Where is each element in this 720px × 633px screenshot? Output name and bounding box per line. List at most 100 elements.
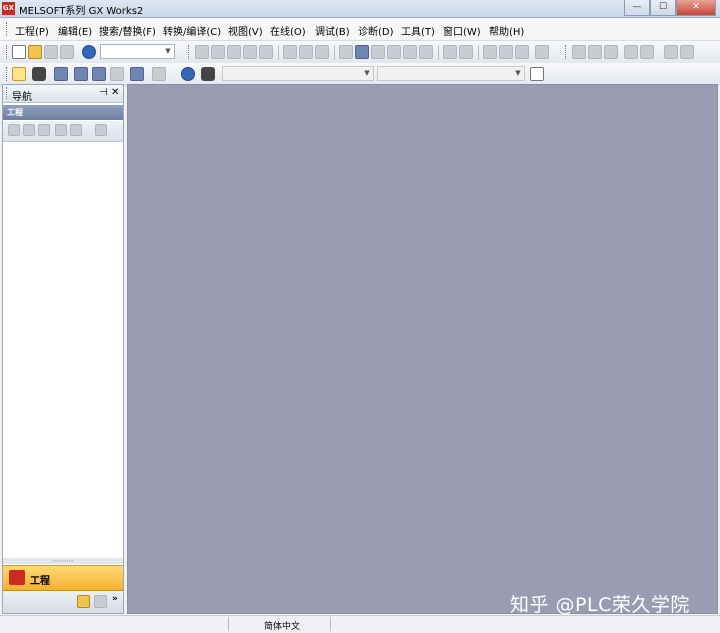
add-item-icon[interactable] (8, 124, 20, 136)
menu-grip[interactable] (6, 22, 10, 36)
menu-convert-compile[interactable]: 转换/编译(C) (163, 23, 221, 38)
navigation-toggle-icon[interactable] (12, 67, 26, 81)
paste-icon[interactable] (227, 45, 241, 59)
menu-window[interactable]: 窗口(W) (443, 23, 481, 38)
project-view-button[interactable]: 工程 (3, 565, 123, 591)
menu-edit[interactable]: 编辑(E) (58, 23, 92, 38)
scope-combo[interactable]: ▼ (377, 66, 525, 81)
status-divider (330, 617, 331, 631)
program-toolbar: ▼ ▼ (0, 63, 720, 86)
new-project-icon[interactable] (12, 45, 26, 59)
workspace-area[interactable] (127, 84, 718, 614)
minimize-button[interactable]: — (624, 0, 650, 16)
open-project-icon[interactable] (28, 45, 42, 59)
chevron-down-icon[interactable]: ▼ (162, 45, 174, 58)
diag-3-icon[interactable] (515, 45, 529, 59)
context-help-icon[interactable] (181, 67, 195, 81)
menu-project[interactable]: 工程(P) (15, 23, 49, 38)
find-icon[interactable] (201, 67, 215, 81)
standard-toolbar: ▼ (0, 41, 720, 64)
refresh-icon[interactable] (70, 124, 82, 136)
status-language: 简体中文 (264, 622, 301, 632)
project-icon (9, 570, 25, 585)
paste-item-icon[interactable] (38, 124, 50, 136)
write-plc-icon[interactable] (339, 45, 353, 59)
watch-icon[interactable] (110, 67, 124, 81)
menu-help[interactable]: 帮助(H) (489, 23, 524, 38)
close-icon[interactable]: ✕ (111, 87, 119, 98)
user-library-icon[interactable] (77, 595, 90, 608)
project-combo[interactable]: ▼ (100, 44, 175, 59)
menu-search-replace[interactable]: 搜索/替换(F) (99, 23, 156, 38)
coil-icon[interactable] (624, 45, 638, 59)
dev-test-icon[interactable] (443, 45, 457, 59)
connection-icon[interactable] (94, 595, 107, 608)
toolbar-grip[interactable] (6, 67, 10, 81)
copy-icon[interactable] (211, 45, 225, 59)
contact-parallel-icon[interactable] (604, 45, 618, 59)
zoom-icon[interactable] (152, 67, 166, 81)
ladder-row-icon[interactable] (315, 45, 329, 59)
properties-icon[interactable] (55, 124, 67, 136)
chevron-down-icon[interactable]: ▼ (361, 67, 373, 80)
device-icon[interactable] (419, 45, 433, 59)
toolbar-separator (334, 45, 335, 60)
toolbar-grip[interactable] (188, 45, 192, 59)
close-button[interactable]: ✕ (676, 0, 716, 16)
diag-2-icon[interactable] (499, 45, 513, 59)
pin-icon[interactable]: ⊣ (99, 87, 108, 98)
navigation-title: 导航 (12, 92, 32, 103)
element-list-icon[interactable] (32, 67, 46, 81)
chevron-down-icon[interactable]: ▼ (512, 67, 524, 80)
save-icon[interactable] (44, 45, 58, 59)
menu-view[interactable]: 视图(V) (228, 23, 263, 38)
toolbar-grip[interactable] (565, 45, 569, 59)
contact-open-icon[interactable] (572, 45, 586, 59)
help-icon[interactable] (82, 45, 96, 59)
read-plc-icon[interactable] (355, 45, 369, 59)
diag-icon[interactable] (483, 45, 497, 59)
toolbar-separator (438, 45, 439, 60)
app-icon[interactable]: GX (2, 2, 15, 15)
view-mode-icon[interactable] (130, 67, 144, 81)
contact-close-icon[interactable] (588, 45, 602, 59)
device-list-icon[interactable] (92, 67, 106, 81)
monitor-icon[interactable] (387, 45, 401, 59)
menu-diagnostics[interactable]: 诊断(D) (358, 23, 394, 38)
project-view-label: 工程 (30, 576, 50, 587)
redo-icon[interactable] (259, 45, 273, 59)
watermark: 知乎 @PLC荣久学院 (510, 594, 690, 616)
section-label: 工程 (7, 108, 23, 117)
ladder-delete-icon[interactable] (299, 45, 313, 59)
navigation-pane: 导航 ⊣ ✕ 工程 ⋯⋯⋯ 工程 » (2, 84, 124, 614)
function-icon[interactable] (640, 45, 654, 59)
undo-icon[interactable] (243, 45, 257, 59)
pane-splitter[interactable]: ⋯⋯⋯ (3, 558, 123, 565)
more-icon[interactable]: » (112, 594, 118, 604)
print-icon[interactable] (60, 45, 74, 59)
cut-icon[interactable] (195, 45, 209, 59)
title-bar: GX MELSOFT系列 GX Works2 — ☐ ✕ (0, 0, 720, 18)
copy-item-icon[interactable] (23, 124, 35, 136)
sort-icon[interactable] (95, 124, 107, 136)
toolbar-separator (278, 45, 279, 60)
pane-grip[interactable] (6, 87, 10, 99)
verify-plc-icon[interactable] (371, 45, 385, 59)
menu-online[interactable]: 在线(O) (270, 23, 306, 38)
search-combo[interactable]: ▼ (222, 66, 374, 81)
menu-tools[interactable]: 工具(T) (401, 23, 435, 38)
maximize-button[interactable]: ☐ (650, 0, 676, 16)
falling-edge-icon[interactable] (680, 45, 694, 59)
options-icon[interactable] (535, 45, 549, 59)
rising-edge-icon[interactable] (664, 45, 678, 59)
search-options-icon[interactable] (530, 67, 544, 81)
output-window-icon[interactable] (54, 67, 68, 81)
project-tree[interactable] (3, 142, 123, 557)
ladder-insert-icon[interactable] (283, 45, 297, 59)
cross-ref-icon[interactable] (74, 67, 88, 81)
monitor-stop-icon[interactable] (403, 45, 417, 59)
navigation-toolbar (3, 121, 123, 142)
menu-debug[interactable]: 调试(B) (315, 23, 350, 38)
dev-batch-icon[interactable] (459, 45, 473, 59)
toolbar-grip[interactable] (6, 45, 10, 59)
